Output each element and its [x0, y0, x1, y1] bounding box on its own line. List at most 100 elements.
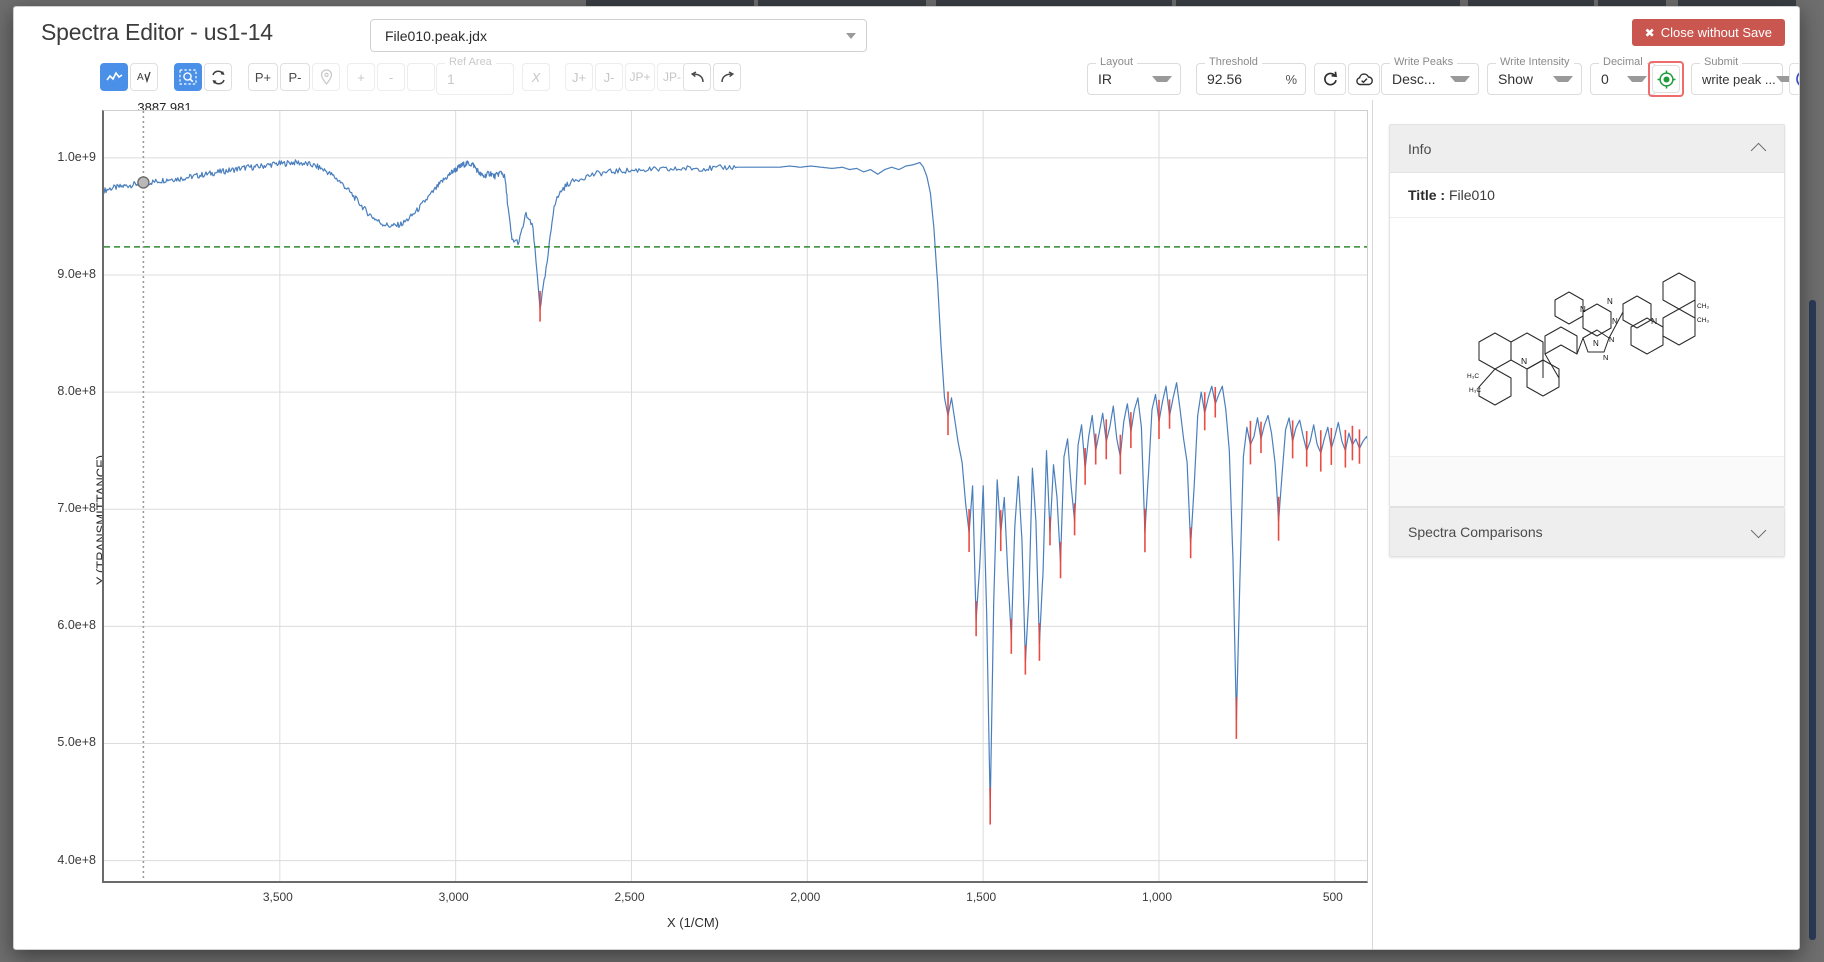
threshold-legend: Threshold: [1205, 56, 1262, 68]
chevron-down-icon: [1152, 76, 1172, 82]
peak-remove-tool-button[interactable]: P-: [280, 63, 310, 91]
jp-plus-label: JP+: [629, 70, 650, 84]
x-tick-label: 2,000: [790, 890, 820, 904]
peak-add-label: P+: [255, 70, 271, 85]
submit-run-group: [1789, 63, 1800, 95]
threshold-unit: %: [1277, 72, 1297, 87]
ref-area-legend: Ref Area: [445, 56, 496, 68]
background-right-rail: [1800, 0, 1824, 962]
chevron-down-icon: [1553, 76, 1573, 82]
y-tick-label: 5.0e+8: [57, 735, 96, 749]
decrement-button[interactable]: -: [377, 63, 405, 91]
svg-text:H₃C: H₃C: [1469, 387, 1481, 394]
info-card-spacer: [1390, 456, 1784, 506]
molecule-structure-image: N H₃C H₃C N N N N N N: [1390, 218, 1784, 456]
line-chart-tool-button[interactable]: [100, 63, 128, 91]
refresh-icon-button[interactable]: [1314, 63, 1346, 95]
close-without-save-button[interactable]: ✖ Close without Save: [1632, 19, 1785, 46]
spectra-comparisons-label: Spectra Comparisons: [1408, 524, 1752, 540]
toolbar-history-tools: [683, 63, 743, 91]
chevron-down-icon: [1752, 525, 1766, 539]
clear-ref-group: X: [522, 63, 552, 91]
chevron-up-icon: [1752, 142, 1766, 156]
file-select-dropdown[interactable]: File010.peak.jdx: [370, 19, 867, 52]
threshold-actions: [1314, 63, 1382, 95]
y-tick-label: 1.0e+9: [57, 150, 96, 164]
write-peaks-legend: Write Peaks: [1390, 56, 1457, 68]
submit-legend: Submit: [1700, 56, 1742, 68]
chevron-down-icon: [1627, 76, 1647, 82]
app-scrollbar[interactable]: [1809, 300, 1816, 940]
spectrum-chart[interactable]: Y (TRANSMITTANCE) X (1/CM) 4.0e+85.0e+86…: [14, 100, 1372, 940]
info-panel-header[interactable]: Info: [1390, 125, 1784, 173]
info-side-panel: Info Title : File010: [1372, 100, 1800, 950]
toolbar-jcamp-tools: J+ J- JP+ JP-: [565, 63, 689, 91]
info-title-row: Title : File010: [1390, 173, 1784, 218]
clear-ref-label: X: [532, 70, 541, 85]
peak-add-tool-button[interactable]: P+: [248, 63, 278, 91]
x-tick-label: 3,000: [439, 890, 469, 904]
zoom-reset-tool-button[interactable]: [204, 63, 232, 91]
info-title-label: Title :: [1408, 187, 1445, 203]
x-tick-label: 2,500: [614, 890, 644, 904]
svg-text:A: A: [137, 72, 144, 83]
write-peaks-value: Desc...: [1392, 71, 1436, 87]
decimal-select[interactable]: Decimal 0: [1590, 63, 1656, 95]
toolbar-mid-tools: + -: [347, 63, 437, 91]
blank-button[interactable]: [407, 63, 435, 91]
threshold-value: 92.56: [1207, 71, 1242, 87]
svg-text:N: N: [1603, 353, 1608, 362]
x-tick-label: 3,500: [263, 890, 293, 904]
x-tick-label: 1,000: [1142, 890, 1172, 904]
cloud-check-button[interactable]: [1348, 63, 1380, 95]
close-button-label: Close without Save: [1661, 25, 1772, 40]
y-tick-label: 9.0e+8: [57, 267, 96, 281]
x-icon: ✖: [1645, 26, 1655, 40]
y-tick-label: 6.0e+8: [57, 618, 96, 632]
info-header-label: Info: [1408, 141, 1752, 157]
crosshair-target-button[interactable]: [1652, 65, 1680, 93]
jp-plus-button[interactable]: JP+: [625, 63, 655, 91]
redo-button[interactable]: [713, 63, 741, 91]
spectra-comparisons-card: Spectra Comparisons: [1389, 507, 1785, 557]
decrement-label: -: [389, 70, 393, 85]
svg-text:H₃C: H₃C: [1467, 373, 1479, 380]
decimal-legend: Decimal: [1599, 56, 1647, 68]
j-minus-button[interactable]: J-: [595, 63, 623, 91]
svg-text:CH₃: CH₃: [1697, 303, 1709, 310]
svg-text:N: N: [1612, 317, 1618, 326]
svg-text:CH₃: CH₃: [1697, 317, 1709, 324]
increment-button[interactable]: +: [347, 63, 375, 91]
increment-label: +: [357, 70, 365, 85]
ref-area-value: 1: [447, 71, 455, 87]
y-tick-label: 8.0e+8: [57, 384, 96, 398]
plot-area[interactable]: [102, 110, 1368, 883]
j-plus-label: J+: [572, 70, 586, 85]
spectra-comparisons-header[interactable]: Spectra Comparisons: [1390, 508, 1784, 556]
clear-ref-button[interactable]: X: [522, 63, 550, 91]
peak-remove-label: P-: [289, 70, 302, 85]
page-title: Spectra Editor - us1-14: [41, 19, 273, 46]
j-minus-label: J-: [604, 70, 615, 85]
layout-select[interactable]: Layout IR: [1087, 63, 1181, 95]
write-intensity-legend: Write Intensity: [1496, 56, 1574, 68]
x-axis-title: X (1/CM): [14, 915, 1372, 930]
info-card: Info Title : File010: [1389, 124, 1785, 507]
auto-axis-tool-button[interactable]: A: [130, 63, 158, 91]
threshold-input[interactable]: Threshold 92.56 %: [1196, 63, 1306, 95]
svg-text:N: N: [1607, 297, 1613, 306]
file-select-value: File010.peak.jdx: [385, 28, 846, 44]
run-submit-button[interactable]: [1789, 63, 1800, 95]
write-peaks-select[interactable]: Write Peaks Desc...: [1381, 63, 1479, 95]
submit-value: write peak ...: [1702, 72, 1776, 87]
zoom-select-tool-button[interactable]: [174, 63, 202, 91]
map-pin-tool-button[interactable]: [312, 63, 340, 91]
write-intensity-select[interactable]: Write Intensity Show: [1487, 63, 1582, 95]
ref-area-field[interactable]: Ref Area 1: [436, 63, 514, 95]
layout-legend: Layout: [1096, 56, 1137, 68]
submit-select[interactable]: Submit write peak ...: [1691, 63, 1783, 95]
svg-text:N: N: [1593, 339, 1599, 348]
undo-button[interactable]: [683, 63, 711, 91]
modal-header: Spectra Editor - us1-14 File010.peak.jdx…: [14, 7, 1799, 55]
j-plus-button[interactable]: J+: [565, 63, 593, 91]
